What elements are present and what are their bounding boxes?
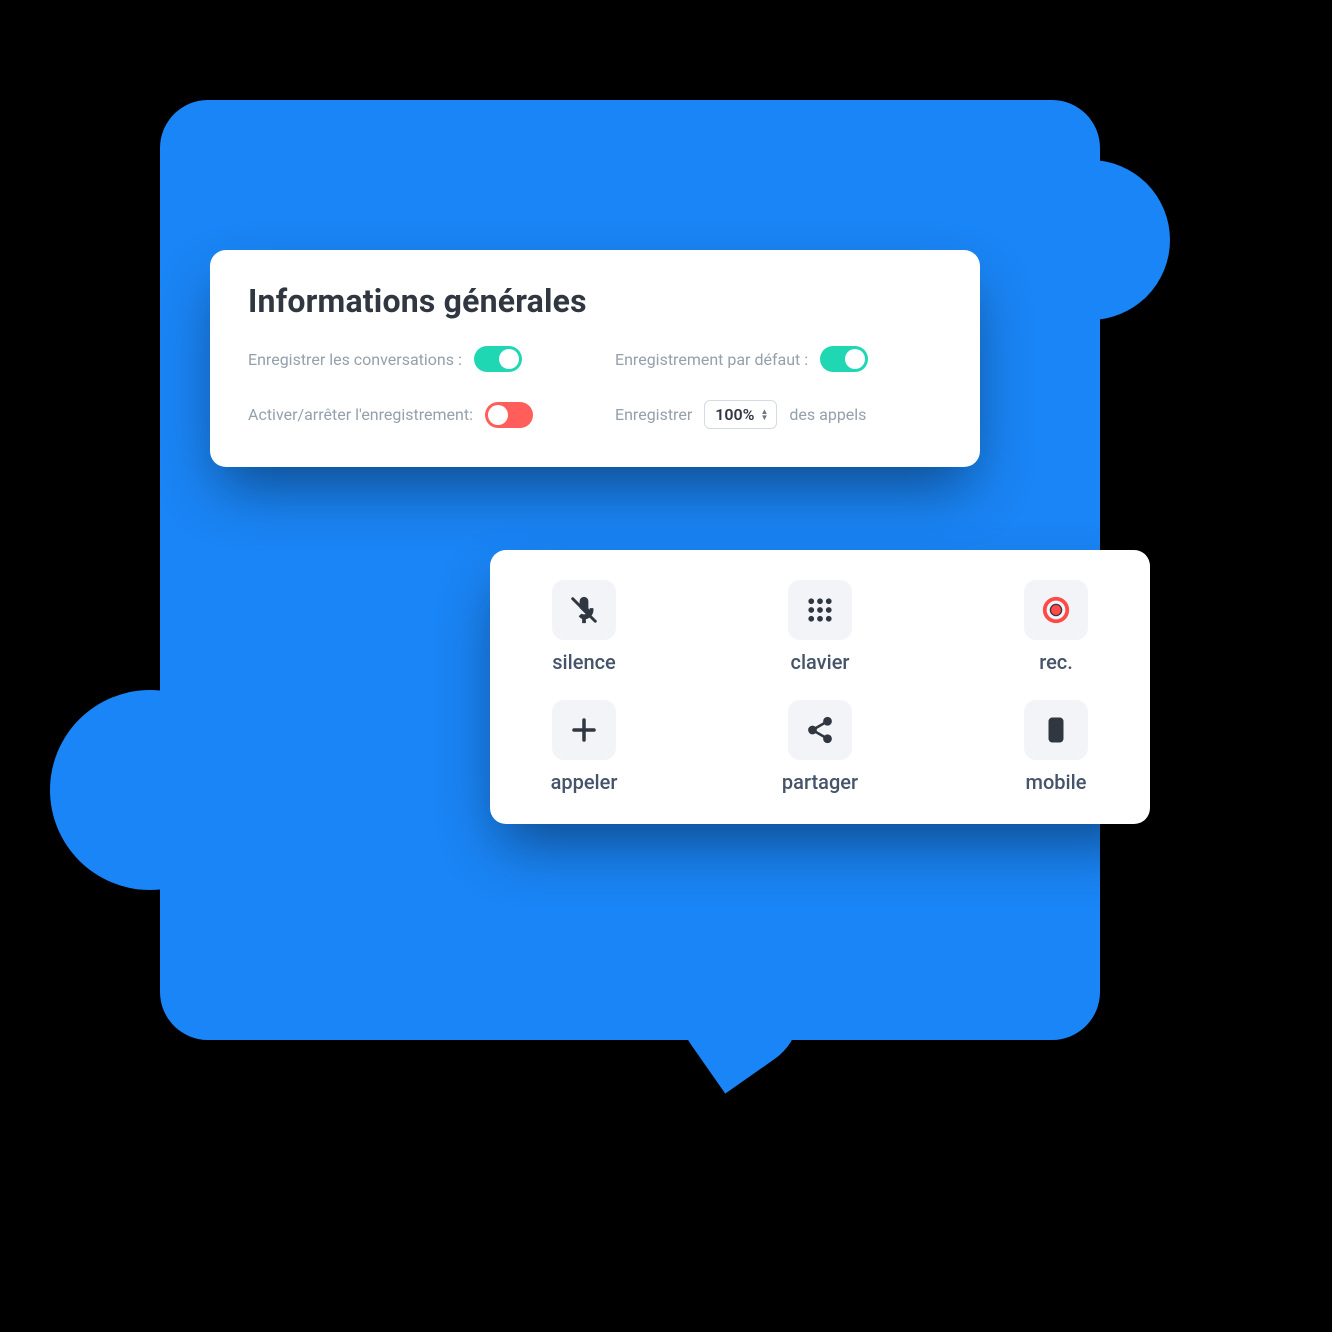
decorative-blob	[656, 926, 823, 1093]
plus-icon	[569, 715, 599, 745]
settings-card: Informations générales Enregistrer les c…	[210, 250, 980, 467]
silence-button[interactable]: silence	[526, 580, 642, 674]
keypad-icon	[805, 595, 835, 625]
select-caret-icon: ▲▼	[760, 409, 768, 421]
add-call-button[interactable]: appeler	[526, 700, 642, 794]
background-panel: Informations générales Enregistrer les c…	[160, 100, 1100, 1040]
percent-value: 100%	[715, 405, 754, 424]
actions-card: silence clavier	[490, 550, 1150, 824]
record-button[interactable]: rec.	[998, 580, 1114, 674]
share-icon	[805, 715, 835, 745]
setting-row: Enregistrement par défaut :	[615, 346, 942, 372]
mobile-icon	[1041, 715, 1071, 745]
percent-select[interactable]: 100% ▲▼	[704, 400, 777, 429]
settings-title: Informations générales	[248, 282, 942, 320]
setting-row: Enregistrer 100% ▲▼ des appels	[615, 400, 942, 429]
decorative-circle	[50, 690, 250, 890]
share-button[interactable]: partager	[762, 700, 878, 794]
mobile-label: mobile	[1026, 770, 1087, 794]
record-conversations-label: Enregistrer les conversations :	[248, 350, 462, 369]
share-label: partager	[782, 770, 858, 794]
default-recording-toggle[interactable]	[820, 346, 868, 372]
mic-off-icon	[569, 595, 599, 625]
setting-row: Activer/arrêter l'enregistrement:	[248, 400, 575, 429]
setting-row: Enregistrer les conversations :	[248, 346, 575, 372]
toggle-recording-toggle[interactable]	[485, 402, 533, 428]
record-icon	[1041, 595, 1071, 625]
percent-suffix-label: des appels	[789, 405, 866, 424]
keypad-label: clavier	[791, 650, 850, 674]
decorative-circle	[1010, 160, 1170, 320]
record-label: rec.	[1039, 650, 1073, 674]
percent-prefix-label: Enregistrer	[615, 405, 692, 424]
silence-label: silence	[552, 650, 616, 674]
default-recording-label: Enregistrement par défaut :	[615, 350, 808, 369]
add-call-label: appeler	[551, 770, 618, 794]
record-conversations-toggle[interactable]	[474, 346, 522, 372]
keypad-button[interactable]: clavier	[762, 580, 878, 674]
mobile-button[interactable]: mobile	[998, 700, 1114, 794]
toggle-recording-label: Activer/arrêter l'enregistrement:	[248, 405, 473, 424]
